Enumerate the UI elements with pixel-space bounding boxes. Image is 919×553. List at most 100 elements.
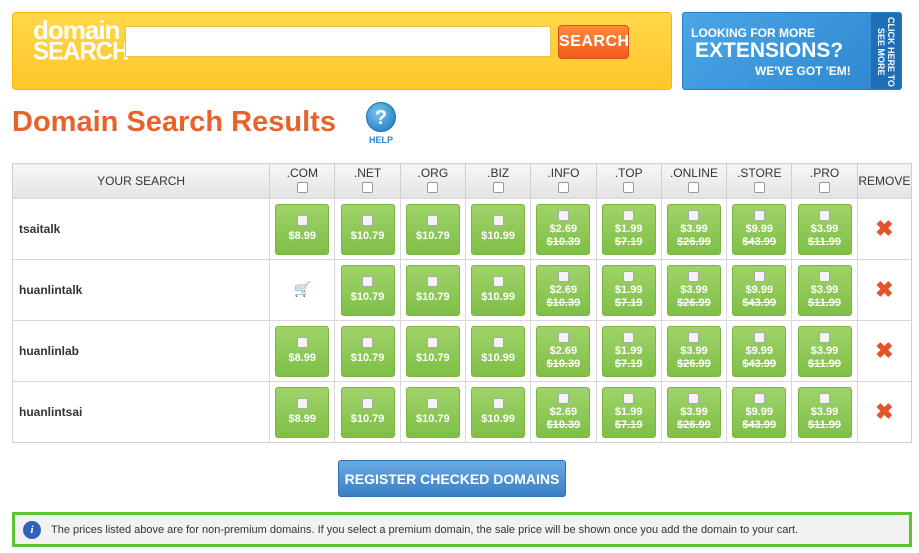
domain-price-option[interactable]: $10.79 bbox=[340, 203, 395, 255]
promo-side-label[interactable]: CLICK HERE TO SEE MORE bbox=[871, 13, 901, 89]
domain-select-checkbox[interactable] bbox=[362, 398, 374, 409]
availability-cell: $1.99 $7.19 bbox=[595, 198, 662, 260]
register-checked-domains-button[interactable]: REGISTER CHECKED DOMAINS bbox=[338, 460, 566, 497]
domain-select-checkbox[interactable] bbox=[296, 215, 308, 226]
tld-header-org: .ORG bbox=[399, 163, 466, 199]
domain-select-checkbox[interactable] bbox=[427, 215, 439, 226]
domain-price-option[interactable]: $3.99 $11.99 bbox=[797, 386, 852, 438]
domain-price-option[interactable]: $8.99 bbox=[275, 325, 330, 377]
domain-price-option[interactable]: $9.99 $43.99 bbox=[732, 203, 787, 255]
domain-price-option[interactable]: $10.79 bbox=[340, 325, 395, 377]
domain-select-checkbox[interactable] bbox=[753, 332, 765, 343]
domain-select-checkbox[interactable] bbox=[492, 276, 504, 287]
domain-price-option[interactable]: $2.69 $10.39 bbox=[536, 386, 591, 438]
domain-select-checkbox[interactable] bbox=[688, 210, 700, 221]
close-x-icon[interactable]: ✖ bbox=[875, 216, 893, 241]
tld-header-label: .TOP bbox=[614, 166, 643, 180]
domain-price-option[interactable]: $2.69 $10.39 bbox=[536, 264, 591, 316]
domain-price-option[interactable]: $9.99 $43.99 bbox=[732, 325, 787, 377]
domain-select-checkbox[interactable] bbox=[557, 393, 569, 404]
domain-price-option[interactable]: $3.99 $26.99 bbox=[666, 386, 721, 438]
domain-price-option[interactable]: $8.99 bbox=[275, 386, 330, 438]
help-button[interactable]: ? HELP bbox=[364, 102, 398, 145]
domain-select-checkbox[interactable] bbox=[819, 332, 831, 343]
domain-price-option[interactable]: $10.79 bbox=[405, 386, 460, 438]
domain-price-option[interactable]: $1.99 $7.19 bbox=[601, 264, 656, 316]
domain-price-option[interactable]: $3.99 $26.99 bbox=[666, 203, 721, 255]
close-x-icon[interactable]: ✖ bbox=[875, 399, 893, 424]
domain-select-checkbox[interactable] bbox=[688, 393, 700, 404]
domain-price-option[interactable]: $1.99 $7.19 bbox=[601, 386, 656, 438]
domain-price-option[interactable]: $10.79 bbox=[405, 325, 460, 377]
domain-select-checkbox[interactable] bbox=[623, 271, 635, 282]
domain-select-checkbox[interactable] bbox=[819, 210, 831, 221]
domain-select-checkbox[interactable] bbox=[362, 215, 374, 226]
question-mark-icon[interactable]: ? bbox=[366, 102, 396, 132]
domain-select-checkbox[interactable] bbox=[753, 271, 765, 282]
domain-select-checkbox[interactable] bbox=[492, 337, 504, 348]
domain-price-option[interactable]: $10.99 bbox=[471, 203, 526, 255]
domain-search-input[interactable] bbox=[125, 26, 551, 57]
domain-select-checkbox[interactable] bbox=[753, 393, 765, 404]
search-button[interactable]: SEARCH bbox=[558, 25, 629, 59]
select-all-net-checkbox[interactable] bbox=[362, 182, 374, 193]
domain-select-checkbox[interactable] bbox=[362, 276, 374, 287]
domain-price-option[interactable]: $2.69 $10.39 bbox=[536, 325, 591, 377]
domain-price-option[interactable]: $9.99 $43.99 bbox=[732, 386, 787, 438]
select-all-biz-checkbox[interactable] bbox=[492, 182, 504, 193]
domain-select-checkbox[interactable] bbox=[492, 398, 504, 409]
domain-select-checkbox[interactable] bbox=[362, 337, 374, 348]
select-all-org-checkbox[interactable] bbox=[427, 182, 439, 193]
domain-price-option[interactable]: $3.99 $11.99 bbox=[797, 325, 852, 377]
domain-select-checkbox[interactable] bbox=[427, 398, 439, 409]
domain-select-checkbox[interactable] bbox=[623, 332, 635, 343]
domain-price-option[interactable]: $10.79 bbox=[405, 203, 460, 255]
domain-price-option[interactable]: $9.99 $43.99 bbox=[732, 264, 787, 316]
domain-price-option[interactable]: $8.99 bbox=[275, 203, 330, 255]
domain-select-checkbox[interactable] bbox=[753, 210, 765, 221]
domain-price-option[interactable]: $3.99 $26.99 bbox=[666, 325, 721, 377]
select-all-com-checkbox[interactable] bbox=[296, 182, 308, 193]
select-all-online-checkbox[interactable] bbox=[688, 182, 700, 193]
domain-select-checkbox[interactable] bbox=[427, 276, 439, 287]
domain-select-checkbox[interactable] bbox=[557, 332, 569, 343]
domain-price-option[interactable]: $10.79 bbox=[340, 264, 395, 316]
shopping-cart-icon[interactable]: 🛒 bbox=[294, 281, 311, 297]
select-all-store-checkbox[interactable] bbox=[753, 182, 765, 193]
domain-price-option[interactable]: $1.99 $7.19 bbox=[601, 325, 656, 377]
domain-select-checkbox[interactable] bbox=[819, 271, 831, 282]
domain-select-checkbox[interactable] bbox=[492, 215, 504, 226]
domain-select-checkbox[interactable] bbox=[688, 271, 700, 282]
domain-price-option[interactable]: $2.69 $10.39 bbox=[536, 203, 591, 255]
tld-header-label: .ONLINE bbox=[669, 166, 718, 180]
price-label: $8.99 bbox=[288, 352, 317, 364]
domain-select-checkbox[interactable] bbox=[688, 332, 700, 343]
domain-price-option[interactable]: $3.99 $11.99 bbox=[797, 264, 852, 316]
select-all-top-checkbox[interactable] bbox=[623, 182, 635, 193]
domain-price-option[interactable]: $10.79 bbox=[340, 386, 395, 438]
domain-select-checkbox[interactable] bbox=[427, 337, 439, 348]
domain-select-checkbox[interactable] bbox=[819, 393, 831, 404]
domain-select-checkbox[interactable] bbox=[623, 210, 635, 221]
select-all-pro-checkbox[interactable] bbox=[819, 182, 831, 193]
select-all-info-checkbox[interactable] bbox=[557, 182, 569, 193]
domain-select-checkbox[interactable] bbox=[623, 393, 635, 404]
domain-select-checkbox[interactable] bbox=[557, 210, 569, 221]
domain-price-option[interactable]: $10.79 bbox=[405, 264, 460, 316]
domain-select-checkbox[interactable] bbox=[296, 337, 308, 348]
close-x-icon[interactable]: ✖ bbox=[875, 277, 893, 302]
close-x-icon[interactable]: ✖ bbox=[875, 338, 893, 363]
domain-price-option[interactable]: $10.99 bbox=[471, 264, 526, 316]
domain-price-option[interactable]: $10.99 bbox=[471, 386, 526, 438]
tld-header-pro: .PRO bbox=[791, 163, 858, 199]
price-label: $1.99 bbox=[614, 345, 643, 357]
domain-price-option[interactable]: $3.99 $26.99 bbox=[666, 264, 721, 316]
original-price-label: $11.99 bbox=[808, 358, 842, 370]
domain-price-option[interactable]: $3.99 $11.99 bbox=[797, 203, 852, 255]
price-label: $8.99 bbox=[288, 230, 317, 242]
more-extensions-banner[interactable]: LOOKING FOR MORE EXTENSIONS? WE'VE GOT '… bbox=[682, 12, 902, 90]
domain-price-option[interactable]: $1.99 $7.19 bbox=[601, 203, 656, 255]
domain-price-option[interactable]: $10.99 bbox=[471, 325, 526, 377]
domain-select-checkbox[interactable] bbox=[296, 398, 308, 409]
domain-select-checkbox[interactable] bbox=[557, 271, 569, 282]
